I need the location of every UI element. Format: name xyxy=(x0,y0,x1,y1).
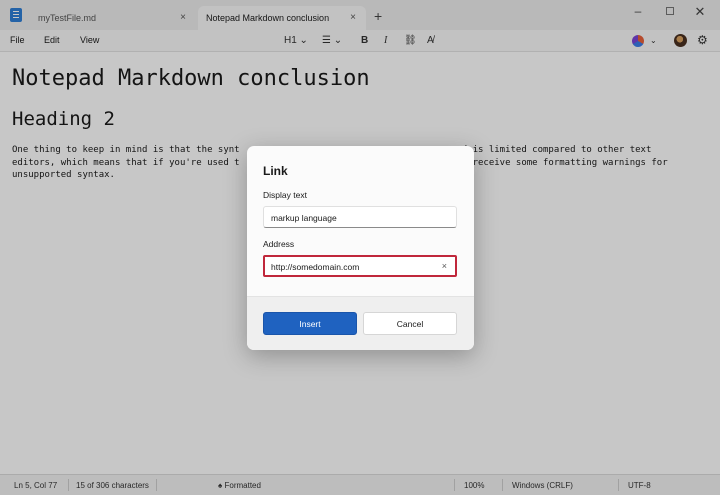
display-text-field[interactable]: markup language xyxy=(263,206,457,228)
dialog-footer: Insert Cancel xyxy=(247,296,474,350)
insert-button[interactable]: Insert xyxy=(263,312,357,335)
address-value: http://somedomain.com xyxy=(271,262,360,272)
clear-icon[interactable]: × xyxy=(442,261,447,271)
cancel-button[interactable]: Cancel xyxy=(363,312,457,335)
address-field[interactable]: http://somedomain.com × xyxy=(263,255,457,277)
display-text-label: Display text xyxy=(263,190,307,200)
dialog-title: Link xyxy=(263,164,288,178)
address-label: Address xyxy=(263,239,295,249)
link-dialog: Link Display text markup language Addres… xyxy=(247,146,474,350)
